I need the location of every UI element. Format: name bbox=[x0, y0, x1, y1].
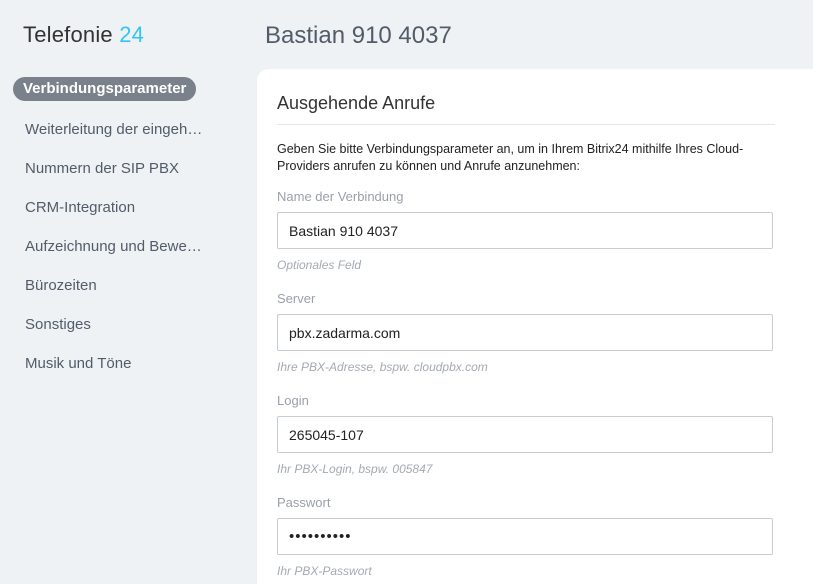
section-title: Ausgehende Anrufe bbox=[277, 93, 436, 113]
password-label: Passwort bbox=[277, 495, 331, 510]
connection-name-hint: Optionales Feld bbox=[277, 258, 362, 272]
server-label: Server bbox=[277, 291, 316, 306]
page-title: Bastian 910 4037 bbox=[265, 22, 452, 49]
app-title-accent: 24 bbox=[119, 22, 145, 47]
intro-text: Geben Sie bitte Verbindungsparameter an,… bbox=[277, 142, 744, 173]
server-input[interactable] bbox=[277, 314, 773, 351]
login-hint: Ihr PBX-Login, bspw. 005847 bbox=[277, 462, 433, 476]
sidebar-item-misc[interactable]: Sonstiges bbox=[13, 313, 217, 337]
password-input[interactable] bbox=[277, 518, 773, 555]
server-hint: Ihre PBX-Adresse, bspw. cloudpbx.com bbox=[277, 360, 488, 374]
section-divider bbox=[277, 124, 775, 125]
sidebar-item-recording[interactable]: Aufzeichnung und Bewertung bbox=[13, 235, 217, 259]
sidebar-item-sip-pbx-numbers[interactable]: Nummern der SIP PBX bbox=[13, 157, 217, 181]
login-input[interactable] bbox=[277, 416, 773, 453]
sidebar-item-weiterleitung[interactable]: Weiterleitung der eingehenden Anrufe bbox=[13, 118, 217, 142]
sidebar-item-verbindungsparameter[interactable]: Verbindungsparameter bbox=[13, 77, 197, 101]
sidebar-item-office-hours[interactable]: Bürozeiten bbox=[13, 274, 217, 298]
app-title-main: Telefonie bbox=[23, 22, 113, 47]
app-title: Telefonie 24 bbox=[23, 22, 144, 48]
password-hint: Ihr PBX-Passwort bbox=[277, 564, 372, 578]
settings-panel: Ausgehende Anrufe Geben Sie bitte Verbin… bbox=[257, 69, 813, 584]
sidebar-nav: Verbindungsparameter Weiterleitung der e… bbox=[13, 77, 243, 391]
sidebar-item-crm-integration[interactable]: CRM-Integration bbox=[13, 196, 217, 220]
sidebar-item-music[interactable]: Musik und Töne bbox=[13, 352, 217, 376]
connection-name-input[interactable] bbox=[277, 212, 773, 249]
login-label: Login bbox=[277, 393, 309, 408]
connection-name-label: Name der Verbindung bbox=[277, 189, 404, 204]
